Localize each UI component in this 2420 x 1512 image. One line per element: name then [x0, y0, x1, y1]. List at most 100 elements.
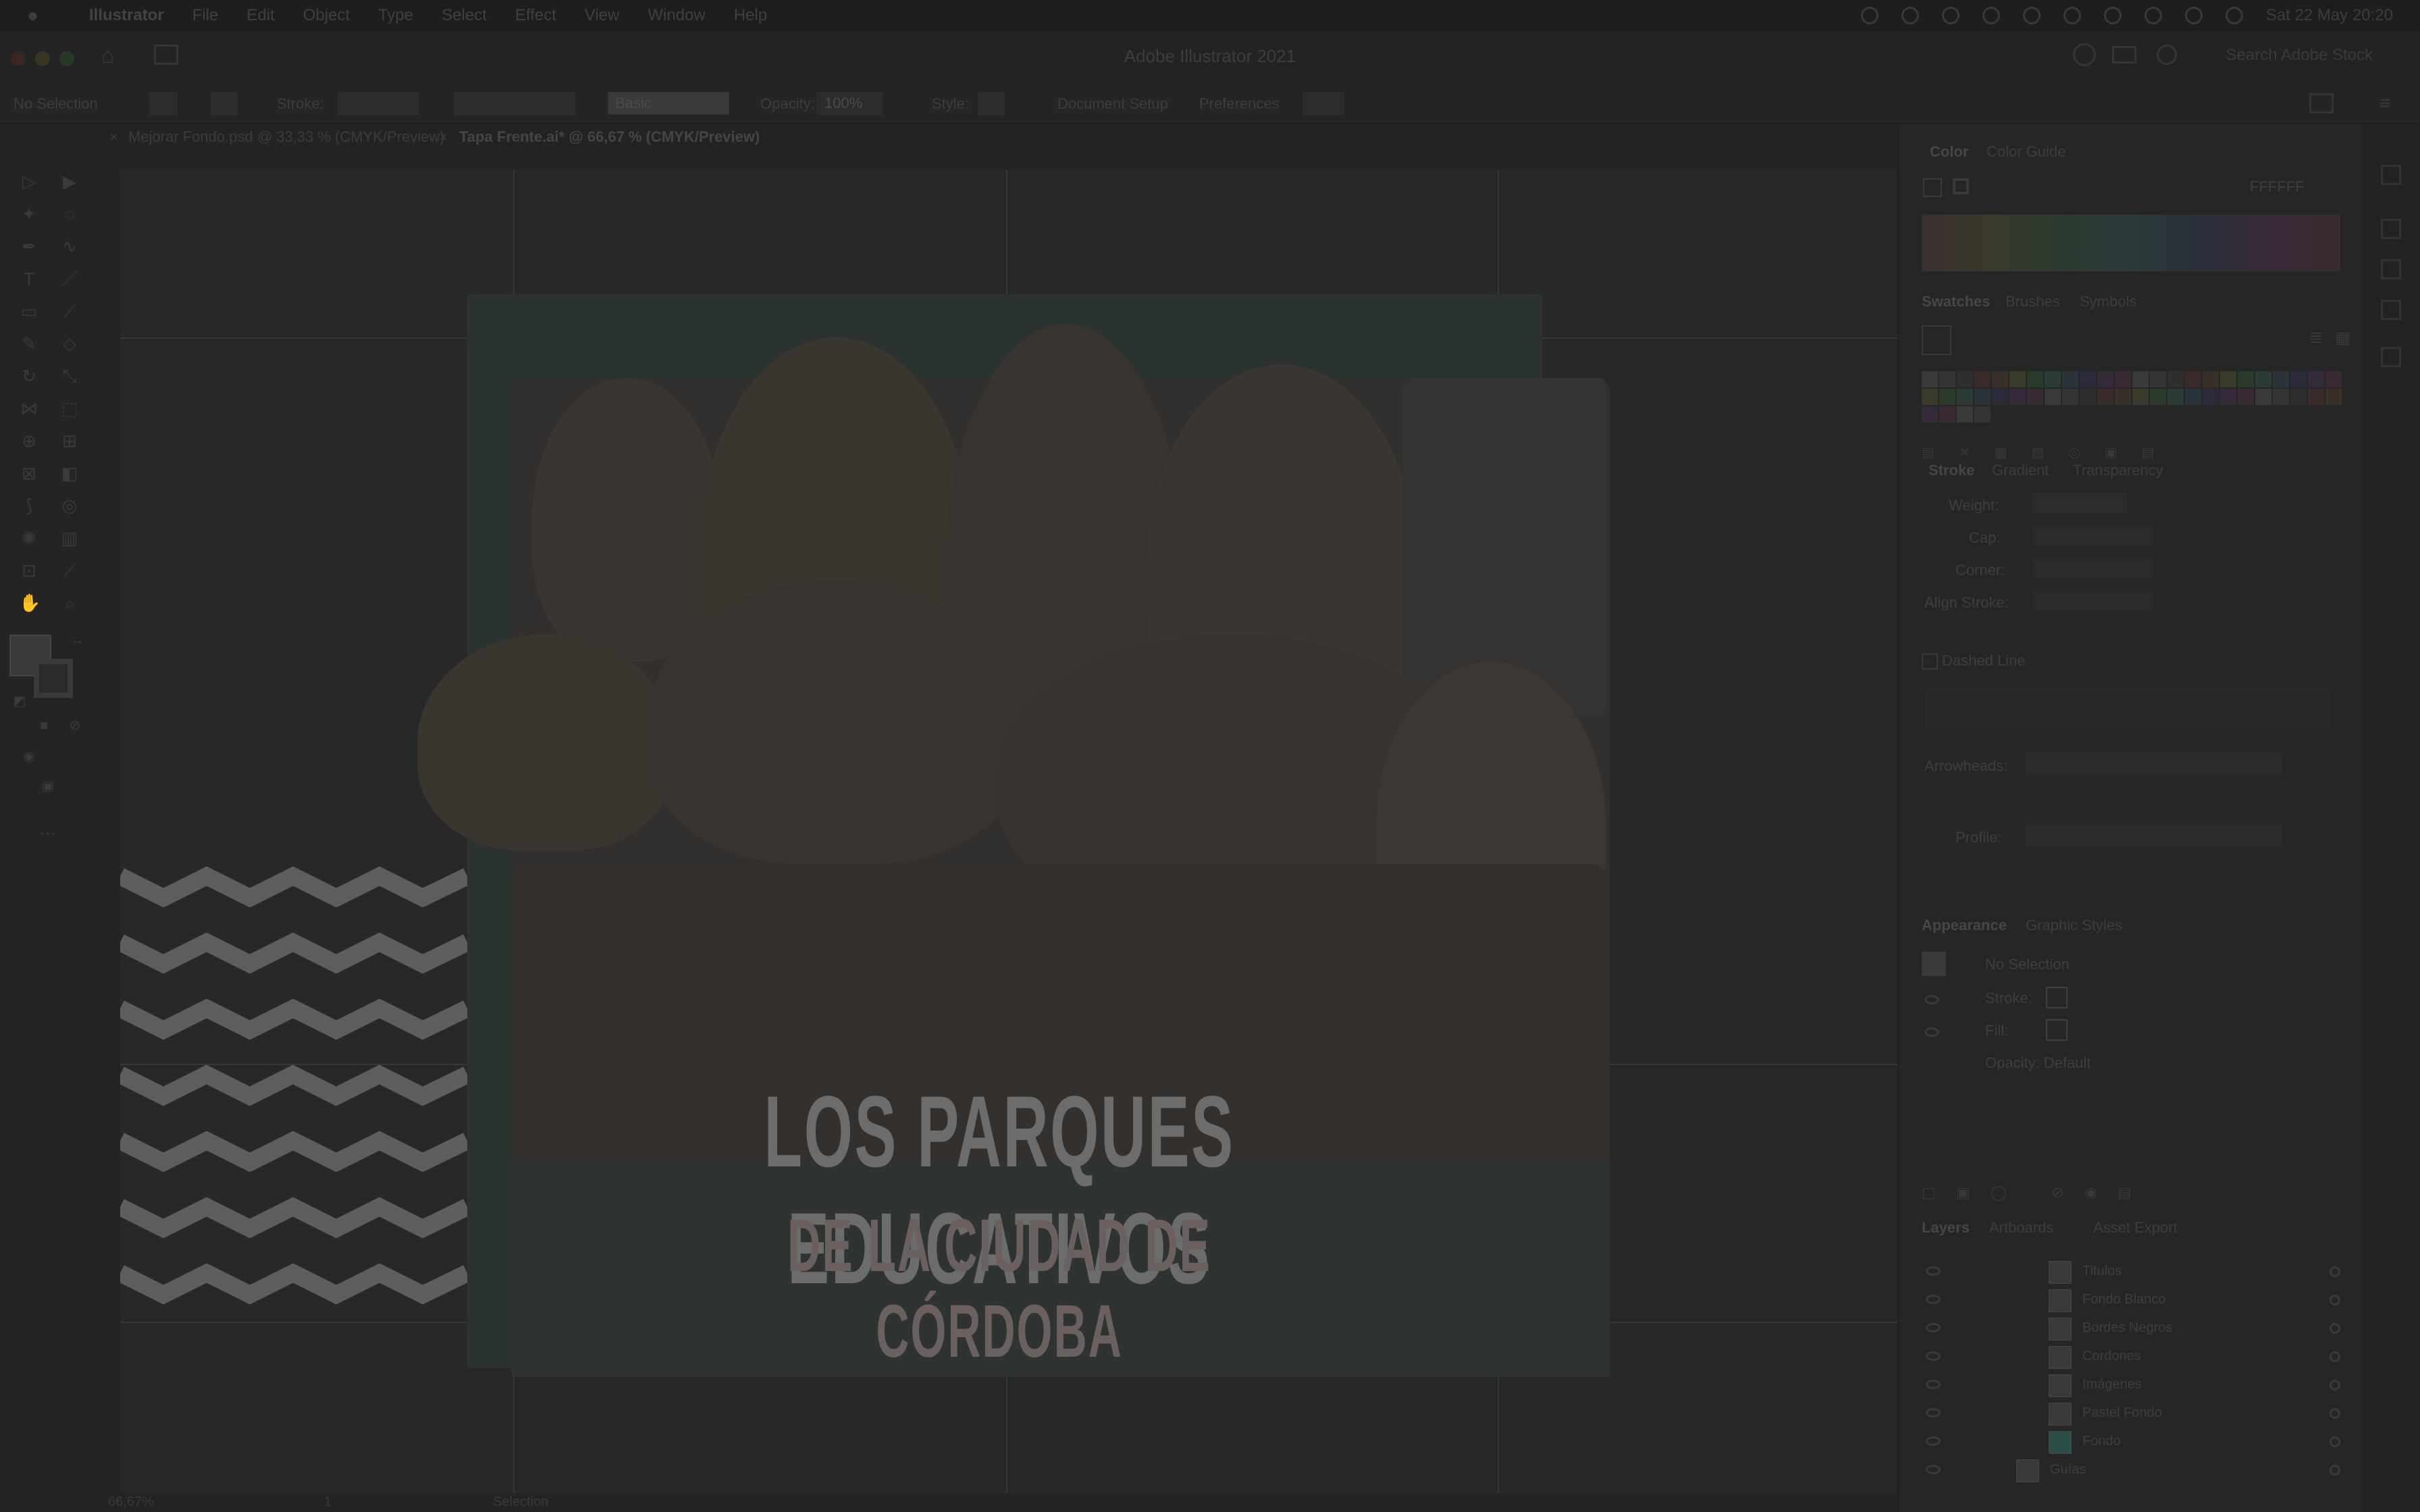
- pen-tool-icon[interactable]: ✒: [19, 236, 39, 256]
- layer-row[interactable]: Fondo: [1915, 1428, 2347, 1455]
- color-swatch[interactable]: [1974, 406, 1991, 423]
- layer-name[interactable]: Fondo Blanco: [2082, 1292, 2165, 1307]
- color-swatch[interactable]: [2097, 389, 2113, 405]
- lasso-tool-icon[interactable]: ◌: [59, 204, 80, 224]
- layer-target-icon[interactable]: [2330, 1323, 2340, 1334]
- artboard-tool-icon[interactable]: ⊡: [19, 560, 39, 580]
- color-swatch[interactable]: [2062, 371, 2078, 387]
- stroke-swatch[interactable]: [211, 92, 238, 115]
- gradient-tool-icon[interactable]: ◧: [59, 463, 80, 483]
- eye-icon[interactable]: [1926, 1380, 1941, 1389]
- arrange-icon[interactable]: [1303, 92, 1344, 115]
- eraser-tool-icon[interactable]: ◇: [59, 333, 80, 354]
- color-swatch[interactable]: [1957, 389, 1973, 405]
- mesh-tool-icon[interactable]: ⊠: [19, 463, 39, 483]
- tab-stroke[interactable]: Stroke: [1928, 462, 1974, 479]
- menu-object[interactable]: Object: [303, 6, 350, 25]
- tab-close-icon[interactable]: ×: [439, 128, 448, 146]
- scale-tool-icon[interactable]: ⤡: [59, 366, 80, 386]
- color-swatch[interactable]: [1922, 371, 1938, 387]
- blend-tool-icon[interactable]: ◎: [59, 495, 80, 516]
- color-swatch[interactable]: [2255, 389, 2271, 405]
- swap-fill-stroke-icon[interactable]: ↔: [68, 630, 88, 651]
- color-swatch[interactable]: [2045, 371, 2061, 387]
- color-swatch[interactable]: [2238, 371, 2254, 387]
- color-swatch[interactable]: [2238, 389, 2254, 405]
- stroke-weight-input[interactable]: [2032, 493, 2127, 513]
- menubar-clock[interactable]: Sat 22 May 20:20: [2266, 6, 2393, 25]
- color-swatch[interactable]: [1939, 406, 1955, 423]
- symbol-sprayer-tool-icon[interactable]: ✺: [19, 528, 39, 548]
- shape-builder-tool-icon[interactable]: ⊕: [19, 431, 39, 451]
- shaper-tool-icon[interactable]: ✎: [19, 333, 39, 354]
- layer-row[interactable]: Guías: [1915, 1457, 2347, 1484]
- color-swatch[interactable]: [2045, 389, 2061, 405]
- color-stroke-icon[interactable]: [1953, 178, 1969, 194]
- vertical-ruler[interactable]: [101, 170, 120, 1493]
- color-swatch[interactable]: [2325, 389, 2342, 405]
- layer-row[interactable]: Fondo Blanco: [1915, 1287, 2347, 1314]
- eye-icon[interactable]: [1926, 1351, 1941, 1361]
- color-swatch[interactable]: [2255, 371, 2271, 387]
- dashed-line-checkbox[interactable]: [1922, 653, 1938, 670]
- curvature-tool-icon[interactable]: ∿: [59, 236, 80, 256]
- swatch-grid[interactable]: [1922, 371, 2342, 439]
- brush-definition-dropdown[interactable]: Basic: [608, 92, 729, 115]
- default-colors-icon[interactable]: ◩: [9, 691, 30, 711]
- tab-tapa-frente[interactable]: Tapa Frente.ai* @ 66,67 % (CMYK/Preview): [459, 128, 760, 146]
- eye-icon[interactable]: [1926, 1323, 1941, 1332]
- stroke-weight-field[interactable]: [338, 92, 419, 115]
- type-tool-icon[interactable]: T: [19, 269, 39, 289]
- edit-toolbar-icon[interactable]: ···: [38, 822, 58, 842]
- align-stroke-buttons[interactable]: [2032, 590, 2154, 610]
- color-swatch[interactable]: [1992, 389, 2008, 405]
- color-swatch[interactable]: [2273, 371, 2289, 387]
- color-swatch[interactable]: [1939, 371, 1955, 387]
- line-tool-icon[interactable]: ／: [59, 269, 80, 289]
- color-swatch[interactable]: [2009, 371, 2026, 387]
- eyedropper-tool-icon[interactable]: ⟆: [19, 495, 39, 516]
- layer-name[interactable]: Cordones: [2082, 1349, 2141, 1364]
- list-view-icon[interactable]: ≣: [2309, 328, 2328, 347]
- tab-transparency[interactable]: Transparency: [2073, 462, 2163, 479]
- color-swatch[interactable]: [2132, 389, 2149, 405]
- hand-tool-icon[interactable]: ✋: [19, 593, 41, 613]
- color-swatch[interactable]: [2220, 371, 2236, 387]
- none-color-icon[interactable]: ⊘: [65, 716, 85, 736]
- layer-row[interactable]: Pastel Fondo: [1915, 1400, 2347, 1427]
- color-swatch[interactable]: [2080, 389, 2096, 405]
- color-fill-icon[interactable]: [1923, 178, 1942, 197]
- tab-appearance[interactable]: Appearance: [1922, 917, 2007, 934]
- slice-tool-icon[interactable]: ⟋: [59, 560, 80, 580]
- paintbrush-tool-icon[interactable]: ⟋: [59, 301, 80, 321]
- color-swatch[interactable]: [2027, 371, 2043, 387]
- spotlight-search-icon[interactable]: [2144, 7, 2162, 24]
- color-swatch[interactable]: [2009, 389, 2026, 405]
- bluetooth-status-icon[interactable]: [2022, 7, 2041, 24]
- current-tool-status[interactable]: Selection: [493, 1494, 548, 1510]
- color-swatch[interactable]: [2308, 371, 2324, 387]
- color-swatch[interactable]: [2290, 371, 2307, 387]
- direct-selection-tool-icon[interactable]: ▶: [59, 171, 80, 192]
- tab-color[interactable]: Color: [1930, 143, 1968, 161]
- perspective-grid-tool-icon[interactable]: ⊞: [59, 431, 80, 451]
- layer-row[interactable]: Cordones: [1915, 1343, 2347, 1370]
- menu-window[interactable]: Window: [648, 6, 705, 25]
- color-swatch[interactable]: [2027, 389, 2043, 405]
- color-hex-value[interactable]: FFFFFF: [2250, 178, 2305, 196]
- color-swatch[interactable]: [1922, 406, 1938, 423]
- color-swatch[interactable]: [2290, 389, 2307, 405]
- eye-icon[interactable]: [1926, 1266, 1941, 1276]
- tab-asset-export[interactable]: Asset Export: [2093, 1219, 2178, 1237]
- control-center-icon[interactable]: [2184, 7, 2203, 24]
- app-menu[interactable]: Illustrator: [89, 6, 164, 25]
- color-swatch[interactable]: [2203, 389, 2219, 405]
- cloud-icon[interactable]: [1901, 7, 1919, 24]
- record-icon[interactable]: [1982, 7, 2000, 24]
- color-swatch[interactable]: [2080, 371, 2096, 387]
- eye-icon[interactable]: [1926, 1408, 1941, 1418]
- color-swatch[interactable]: [2097, 371, 2113, 387]
- properties-icon[interactable]: [2381, 165, 2401, 185]
- column-graph-tool-icon[interactable]: ▥: [59, 528, 80, 548]
- appearance-fill-swatch[interactable]: [2046, 1019, 2068, 1041]
